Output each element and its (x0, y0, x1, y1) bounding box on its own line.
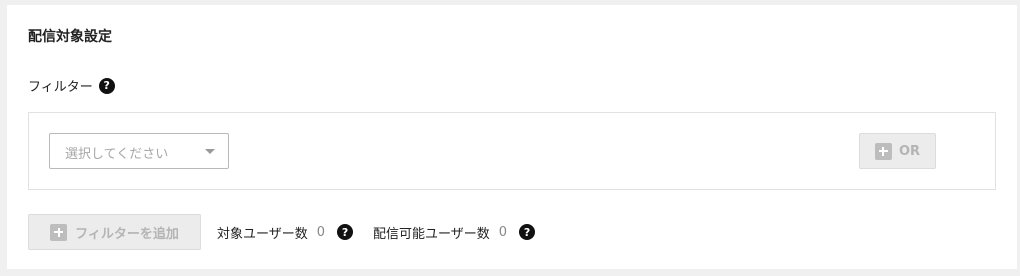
delivery-target-settings-card: 配信対象設定 フィルター ? 選択してください OR フィルターを追加 対象ユー… (7, 5, 1017, 269)
question-circle-icon[interactable]: ? (337, 224, 354, 240)
filter-box: 選択してください OR (28, 112, 996, 190)
deliverable-users-label: 配信可能ユーザー数 (373, 226, 490, 242)
filter-label-row: フィルター ? (28, 76, 115, 95)
question-circle-icon[interactable]: ? (519, 224, 536, 240)
or-button-label: OR (898, 143, 921, 159)
bottom-row: フィルターを追加 対象ユーザー数 0 ? 配信可能ユーザー数 0 ? (28, 214, 536, 250)
section-title: 配信対象設定 (28, 29, 112, 45)
caret-down-icon (205, 149, 215, 154)
filter-label: フィルター (28, 80, 93, 95)
deliverable-users-stat: 配信可能ユーザー数 0 ? (373, 223, 536, 242)
add-or-condition-button[interactable]: OR (859, 133, 936, 169)
target-users-label: 対象ユーザー数 (217, 226, 308, 242)
target-users-stat: 対象ユーザー数 0 ? (217, 223, 354, 242)
filter-select-placeholder: 選択してください (65, 147, 169, 162)
deliverable-users-value: 0 (498, 224, 508, 240)
target-users-value: 0 (316, 224, 326, 240)
plus-icon (874, 142, 892, 160)
filter-select[interactable]: 選択してください (49, 133, 229, 169)
question-circle-icon[interactable]: ? (98, 77, 115, 94)
add-filter-button[interactable]: フィルターを追加 (28, 214, 201, 250)
add-filter-label: フィルターを追加 (75, 226, 179, 242)
plus-icon (50, 223, 68, 241)
